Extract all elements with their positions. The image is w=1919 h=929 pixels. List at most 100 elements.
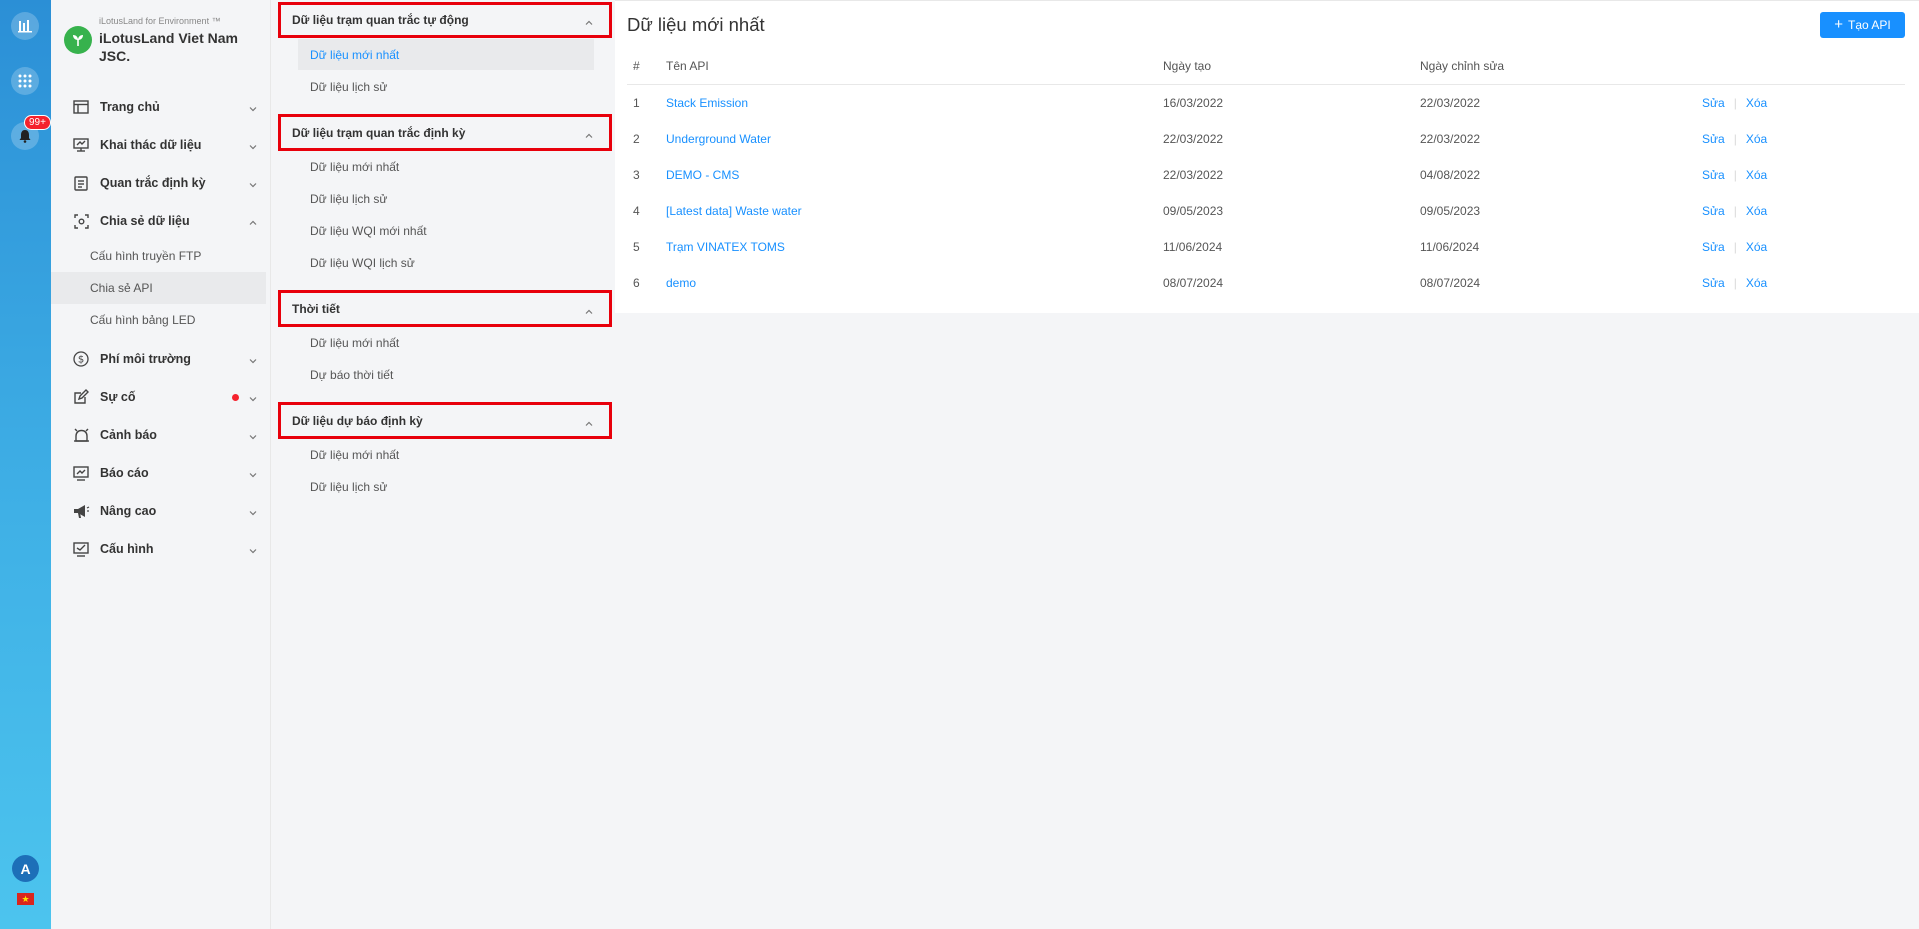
share-icon (72, 212, 90, 230)
delete-link[interactable]: Xóa (1746, 168, 1767, 182)
group-auto-station-data[interactable]: Dữ liệu trạm quan trắc tự động (278, 2, 612, 38)
sidebar-item-data-sharing[interactable]: Chia sẻ dữ liệu (51, 202, 271, 240)
edit-link[interactable]: Sửa (1702, 168, 1725, 182)
language-flag-icon[interactable]: ★ (17, 893, 34, 905)
sidebar-item-label: Khai thác dữ liệu (100, 138, 202, 152)
home-icon (72, 98, 90, 116)
chevron-down-icon (249, 543, 257, 558)
api-name-link[interactable]: demo (666, 265, 696, 301)
row-actions: Sửa | Xóa (1702, 85, 1767, 121)
edited-date: 08/07/2024 (1420, 276, 1481, 290)
api-name-link[interactable]: DEMO - CMS (666, 157, 739, 193)
api-name-link[interactable]: [Latest data] Waste water (666, 193, 802, 229)
periodic-history-data-item[interactable]: Dữ liệu lịch sử (298, 183, 594, 214)
sidebar-item-report[interactable]: Báo cáo (51, 454, 271, 492)
user-avatar[interactable]: A (12, 855, 39, 882)
edited-date: 04/08/2022 (1420, 168, 1481, 182)
edited-date: 11/06/2024 (1420, 240, 1480, 254)
forecast-history-data-item[interactable]: Dữ liệu lịch sử (298, 471, 594, 502)
group-weather[interactable]: Thời tiết (278, 290, 612, 327)
sidebar-item-label: Cảnh báo (100, 428, 157, 442)
group-periodic-station-data[interactable]: Dữ liệu trạm quan trắc định kỳ (278, 114, 612, 151)
periodic-wqi-latest-item[interactable]: Dữ liệu WQI mới nhất (298, 215, 594, 246)
sidebar-item-label: Trang chủ (100, 100, 160, 114)
chevron-down-icon (249, 391, 257, 406)
sidebar-menu: Trang chủ Khai thác dữ liệu Quan trắc đị… (51, 88, 271, 568)
create-api-button[interactable]: + Tạo API (1820, 12, 1905, 38)
row-index: 5 (633, 240, 640, 254)
plus-icon: + (1834, 16, 1844, 33)
row-actions: Sửa | Xóa (1702, 157, 1767, 193)
brand-name: iLotusLand Viet Nam JSC. (99, 30, 238, 64)
delete-link[interactable]: Xóa (1746, 96, 1767, 110)
group-periodic-forecast-data[interactable]: Dữ liệu dự báo định kỳ (278, 402, 612, 439)
table-row: 2 Underground Water 22/03/2022 22/03/2022 Sử… (627, 121, 1905, 157)
row-index: 1 (633, 96, 640, 110)
created-date: 11/06/2024 (1163, 240, 1223, 254)
edit-link[interactable]: Sửa (1702, 96, 1725, 110)
chevron-down-icon (249, 505, 257, 520)
sidebar-item-label: Chia sẻ dữ liệu (100, 214, 190, 228)
chevron-down-icon (249, 177, 257, 192)
action-divider: | (1733, 168, 1737, 182)
chevron-up-icon (585, 16, 593, 30)
api-name-link[interactable]: Underground Water (666, 121, 771, 157)
sidebar-item-label: Quan trắc định kỳ (100, 176, 206, 190)
auto-latest-data-item[interactable]: Dữ liệu mới nhất (298, 39, 594, 70)
edit-link[interactable]: Sửa (1702, 276, 1725, 290)
column-header-edited: Ngày chỉnh sửa (1420, 59, 1505, 73)
sidebar-item-incident[interactable]: Sự cố (51, 378, 271, 416)
app-logo-icon[interactable] (11, 12, 39, 40)
group-title: Dữ liệu trạm quan trắc định kỳ (292, 125, 466, 140)
row-index: 2 (633, 132, 640, 146)
megaphone-icon (72, 502, 90, 520)
api-name-link[interactable]: Trạm VINATEX TOMS (666, 229, 785, 265)
delete-link[interactable]: Xóa (1746, 204, 1767, 218)
chevron-up-icon (585, 129, 593, 143)
notification-count-badge: 99+ (24, 115, 51, 130)
forecast-latest-data-item[interactable]: Dữ liệu mới nhất (298, 439, 594, 470)
row-index: 6 (633, 276, 640, 290)
chevron-down-icon (249, 101, 257, 116)
table-row: 5 Trạm VINATEX TOMS 11/06/2024 11/06/2024 Sử… (627, 229, 1905, 265)
table-body: 1 Stack Emission 16/03/2022 22/03/2022 Sửa | X… (627, 85, 1905, 301)
report-icon (72, 464, 90, 482)
sidebar-item-config[interactable]: Cấu hình (51, 530, 271, 568)
column-header-created: Ngày tạo (1163, 59, 1212, 73)
sidebar-item-data-mining[interactable]: Khai thác dữ liệu (51, 126, 271, 164)
apps-grid-icon[interactable] (11, 67, 39, 95)
sidebar-item-advanced[interactable]: Nâng cao (51, 492, 271, 530)
chevron-down-icon (249, 429, 257, 444)
table-row: 4 [Latest data] Waste water 09/05/2023 09/0… (627, 193, 1905, 229)
periodic-latest-data-item[interactable]: Dữ liệu mới nhất (298, 151, 594, 182)
periodic-wqi-history-item[interactable]: Dữ liệu WQI lịch sử (298, 247, 594, 278)
auto-history-data-item[interactable]: Dữ liệu lịch sử (298, 71, 594, 102)
svg-text:$: $ (78, 355, 84, 366)
sidebar-item-env-fee[interactable]: $ Phí môi trường (51, 340, 271, 378)
chevron-up-icon (249, 215, 257, 230)
page-title: Dữ liệu mới nhất (627, 14, 765, 35)
api-name-link[interactable]: Stack Emission (666, 85, 748, 121)
chevron-down-icon (249, 467, 257, 482)
group-title: Thời tiết (292, 301, 340, 316)
delete-link[interactable]: Xóa (1746, 240, 1767, 254)
main-sidebar: iLotusLand for Environment ™ iLotusLand … (51, 0, 271, 929)
sidebar-item-alarm[interactable]: Cảnh báo (51, 416, 271, 454)
edit-link[interactable]: Sửa (1702, 132, 1725, 146)
sidebar-subitem-ftp-config[interactable]: Cấu hình truyền FTP (51, 240, 266, 272)
edit-link[interactable]: Sửa (1702, 240, 1725, 254)
edited-date: 22/03/2022 (1420, 96, 1481, 110)
sidebar-subitem-share-api[interactable]: Chia sẻ API (51, 272, 266, 304)
edit-link[interactable]: Sửa (1702, 204, 1725, 218)
delete-link[interactable]: Xóa (1746, 132, 1767, 146)
weather-latest-data-item[interactable]: Dữ liệu mới nhất (298, 327, 594, 358)
column-header-index: # (633, 59, 640, 73)
weather-forecast-item[interactable]: Dự báo thời tiết (298, 359, 594, 390)
sidebar-item-periodic-monitoring[interactable]: Quan trắc định kỳ (51, 164, 271, 202)
sidebar-subitem-led-config[interactable]: Cấu hình bảng LED (51, 304, 266, 336)
row-actions: Sửa | Xóa (1702, 193, 1767, 229)
sidebar-item-home[interactable]: Trang chủ (51, 88, 271, 126)
created-date: 08/07/2024 (1163, 276, 1224, 290)
document-icon (72, 174, 90, 192)
delete-link[interactable]: Xóa (1746, 276, 1767, 290)
